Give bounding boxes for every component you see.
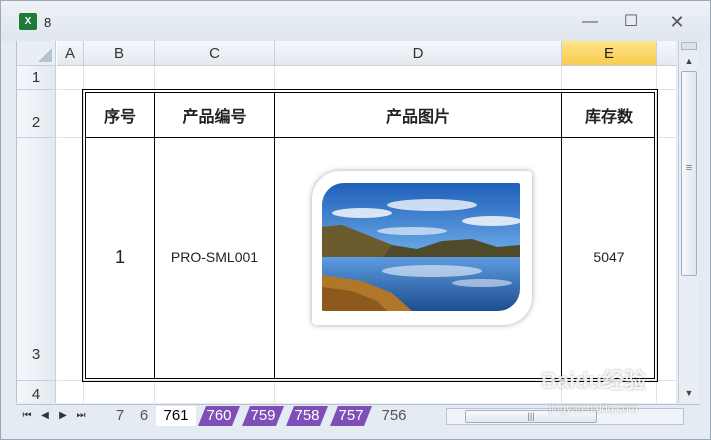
vertical-scrollbar[interactable]: ▲ ▼: [678, 41, 698, 403]
window-title: 8: [44, 15, 52, 30]
sheet-tab-760[interactable]: 760: [198, 406, 240, 426]
vertical-split-handle[interactable]: [681, 42, 697, 50]
column-header-c[interactable]: C: [155, 41, 275, 66]
sheet-tab-761[interactable]: 761: [156, 406, 196, 426]
header-product-image[interactable]: 产品图片: [275, 93, 561, 137]
excel-window: X 8 — ☐ ✕ A B C D E 1 2 3 4 序号 产品编号 产品图片…: [0, 0, 711, 440]
vertical-scroll-thumb[interactable]: [681, 71, 697, 276]
column-header-d[interactable]: D: [275, 41, 562, 66]
header-index[interactable]: 序号: [86, 93, 154, 137]
maximize-button[interactable]: ☐: [617, 11, 645, 33]
row-header-2[interactable]: 2: [17, 90, 56, 138]
sheet-tab-759[interactable]: 759: [242, 406, 284, 426]
minimize-button[interactable]: —: [576, 11, 604, 33]
select-all-corner[interactable]: [17, 41, 56, 66]
header-product-code[interactable]: 产品编号: [155, 93, 274, 137]
sheet-tab-7[interactable]: 7: [108, 406, 132, 426]
column-header-a[interactable]: A: [57, 41, 84, 66]
last-sheet-icon[interactable]: ⏭: [74, 409, 88, 423]
cell-product-code[interactable]: PRO-SML001: [155, 138, 274, 376]
close-button[interactable]: ✕: [663, 11, 691, 33]
watermark-subtext: jingyan.baidu.com: [549, 403, 638, 415]
cell-index[interactable]: 1: [86, 138, 154, 376]
sheet-tab-6[interactable]: 6: [134, 406, 154, 426]
column-header-b[interactable]: B: [84, 41, 155, 66]
header-stock[interactable]: 库存数: [562, 93, 656, 137]
column-header-f-partial[interactable]: [657, 41, 676, 66]
first-sheet-icon[interactable]: ⏮: [20, 409, 34, 423]
row-header-1[interactable]: 1: [17, 66, 56, 90]
watermark-text: Baidu经验: [541, 368, 647, 393]
title-bar: X 8 — ☐ ✕: [1, 1, 710, 41]
cell-stock[interactable]: 5047: [562, 138, 656, 376]
sheet-tab-756[interactable]: 756: [374, 406, 414, 426]
column-header-e[interactable]: E: [562, 41, 657, 66]
lake-landscape-image: [322, 183, 520, 311]
product-image-frame[interactable]: [312, 171, 532, 325]
row-header-4[interactable]: 4: [17, 381, 56, 403]
spreadsheet-grid[interactable]: A B C D E 1 2 3 4 序号 产品编号 产品图片 库存数 1 PRO…: [16, 41, 676, 403]
excel-app-icon[interactable]: X: [19, 13, 41, 30]
next-sheet-icon[interactable]: ▶: [56, 409, 70, 423]
product-image-lake-landscape: [322, 183, 520, 311]
scroll-up-arrow-icon[interactable]: ▲: [682, 54, 696, 68]
sheet-tab-758[interactable]: 758: [286, 406, 328, 426]
sheet-tab-757[interactable]: 757: [330, 406, 372, 426]
prev-sheet-icon[interactable]: ◀: [38, 409, 52, 423]
baidu-watermark: Baidu经验 jingyan.baidu.com: [541, 363, 701, 423]
row-header-3[interactable]: 3: [17, 138, 56, 381]
